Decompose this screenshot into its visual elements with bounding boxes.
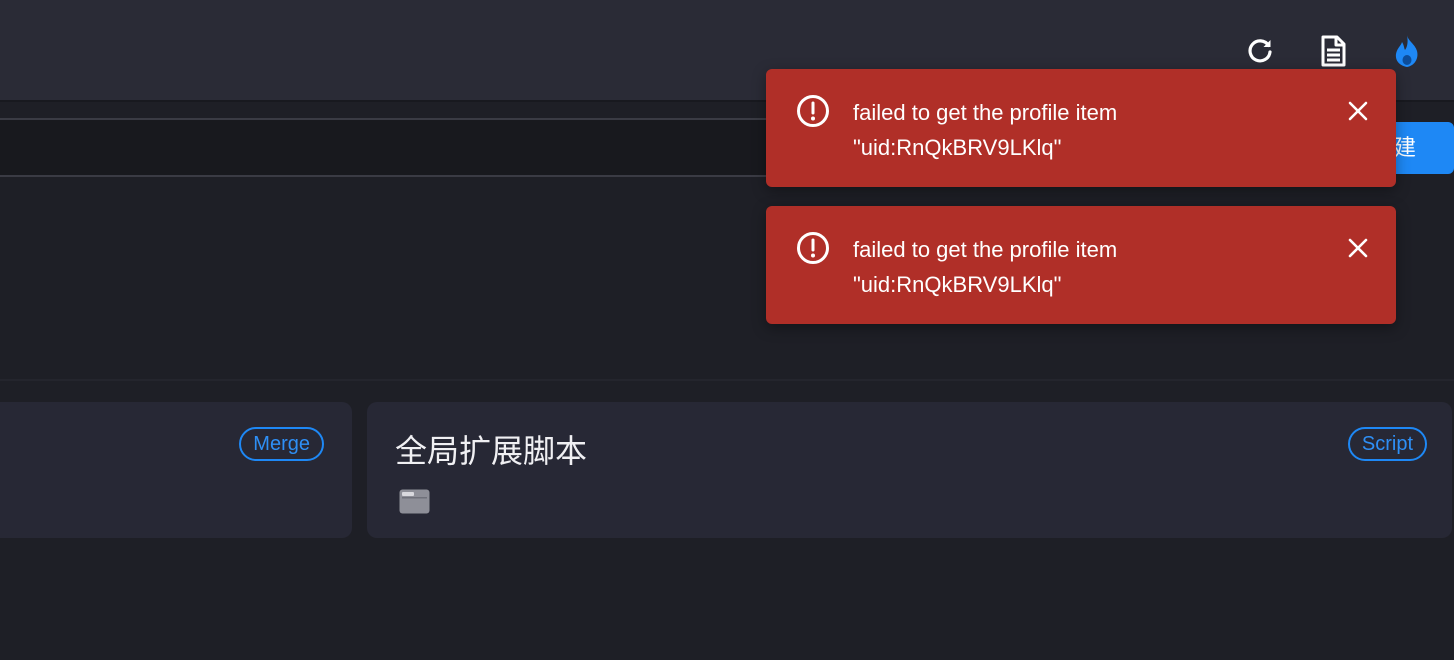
toast-message: failed to get the profile item "uid:RnQk… xyxy=(853,95,1293,165)
error-icon xyxy=(797,232,829,264)
toast-message-line: failed to get the profile item xyxy=(853,100,1118,125)
toast-message: failed to get the profile item "uid:RnQk… xyxy=(853,232,1293,302)
error-toast: failed to get the profile item "uid:RnQk… xyxy=(766,69,1396,187)
type-chip-script[interactable]: Script xyxy=(1347,427,1427,461)
toast-message-line: failed to get the profile item xyxy=(853,237,1118,262)
system-proxy-button[interactable] xyxy=(1387,30,1427,72)
toast-close-button[interactable] xyxy=(1344,234,1372,262)
error-toast: failed to get the profile item "uid:RnQk… xyxy=(766,206,1396,324)
fire-icon xyxy=(1395,35,1418,67)
refresh-button[interactable] xyxy=(1240,30,1280,72)
document-icon xyxy=(1321,35,1346,67)
toast-message-line: "uid:RnQkBRV9LKlq" xyxy=(853,135,1062,160)
close-icon xyxy=(1348,101,1368,121)
close-icon xyxy=(1348,238,1368,258)
app-window: 建 Merge 全局扩展脚本 Script failed to get the … xyxy=(0,0,1454,660)
section-divider xyxy=(0,379,1454,381)
toast-close-button[interactable] xyxy=(1344,97,1372,125)
profile-card-merge[interactable]: Merge xyxy=(0,402,352,538)
folder-icon xyxy=(399,489,430,514)
type-chip-merge[interactable]: Merge xyxy=(239,427,324,461)
error-icon xyxy=(797,95,829,127)
toast-message-line: "uid:RnQkBRV9LKlq" xyxy=(853,272,1062,297)
profile-title: 全局扩展脚本 xyxy=(395,433,588,469)
logs-button[interactable] xyxy=(1313,30,1353,72)
refresh-icon xyxy=(1248,39,1272,63)
profile-card-script[interactable]: 全局扩展脚本 Script xyxy=(367,402,1452,538)
